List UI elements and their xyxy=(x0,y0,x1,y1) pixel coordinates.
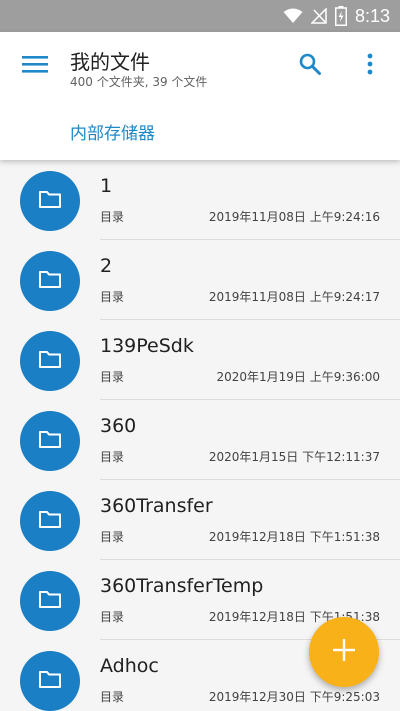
folder-avatar xyxy=(20,251,80,311)
file-type: 目录 xyxy=(100,450,125,464)
file-type: 目录 xyxy=(100,210,125,224)
battery-icon xyxy=(334,6,347,26)
file-name: 360Transfer xyxy=(100,495,213,517)
file-type: 目录 xyxy=(100,610,125,624)
file-date: 2019年11月08日 上午9:24:16 xyxy=(208,210,380,224)
more-options-button[interactable] xyxy=(352,48,388,84)
signal-icon xyxy=(310,8,327,24)
add-icon xyxy=(332,638,356,666)
file-type: 目录 xyxy=(100,370,125,384)
file-date: 2019年12月30日 下午9:25:03 xyxy=(208,690,380,704)
file-name: 139PeSdk xyxy=(100,335,194,357)
page-subtitle: 400 个文件夹, 39 个文件 xyxy=(70,75,208,89)
folder-icon xyxy=(38,429,62,453)
folder-icon xyxy=(38,509,62,533)
folder-avatar xyxy=(20,411,80,471)
file-name: 360TransferTemp xyxy=(100,575,264,597)
folder-icon xyxy=(38,349,62,373)
file-name: Adhoc xyxy=(100,655,159,677)
file-name: 2 xyxy=(100,255,113,277)
file-date: 2019年12月18日 下午1:51:38 xyxy=(208,530,380,544)
page-title: 我的文件 xyxy=(70,50,150,74)
file-name: 360 xyxy=(100,415,137,437)
folder-icon xyxy=(38,589,62,613)
hamburger-menu-icon xyxy=(22,54,48,78)
list-item[interactable]: 139PeSdk 目录 2020年1月19日 上午9:36:00 xyxy=(0,320,400,400)
file-date: 2020年1月15日 下午12:11:37 xyxy=(208,450,380,464)
folder-avatar xyxy=(20,651,80,711)
folder-avatar xyxy=(20,571,80,631)
folder-avatar xyxy=(20,331,80,391)
status-time: 8:13 xyxy=(354,5,390,26)
folder-icon xyxy=(38,269,62,293)
search-icon xyxy=(298,52,322,80)
folder-icon xyxy=(38,669,62,693)
list-item[interactable]: 360 目录 2020年1月15日 下午12:11:37 xyxy=(0,400,400,480)
file-type: 目录 xyxy=(100,690,125,704)
status-bar: 8:13 xyxy=(0,0,400,32)
list-item[interactable]: 1 目录 2019年11月08日 上午9:24:16 xyxy=(0,160,400,240)
wifi-icon xyxy=(283,8,303,24)
file-date: 2019年11月08日 上午9:24:17 xyxy=(208,290,380,304)
more-vert-icon xyxy=(367,53,373,79)
file-type: 目录 xyxy=(100,290,125,304)
menu-button[interactable] xyxy=(14,50,56,82)
search-button[interactable] xyxy=(290,48,330,84)
breadcrumb[interactable]: 内部存储器 xyxy=(70,119,155,144)
folder-avatar xyxy=(20,491,80,551)
add-button[interactable] xyxy=(309,617,379,687)
list-item[interactable]: 2 目录 2019年11月08日 上午9:24:17 xyxy=(0,240,400,320)
list-item[interactable]: 360Transfer 目录 2019年12月18日 下午1:51:38 xyxy=(0,480,400,560)
folder-avatar xyxy=(20,171,80,231)
file-type: 目录 xyxy=(100,530,125,544)
folder-icon xyxy=(38,189,62,213)
app-bar: 我的文件 400 个文件夹, 39 个文件 内部存储器 xyxy=(0,32,400,160)
file-name: 1 xyxy=(100,175,113,197)
file-date: 2020年1月19日 上午9:36:00 xyxy=(216,370,380,384)
